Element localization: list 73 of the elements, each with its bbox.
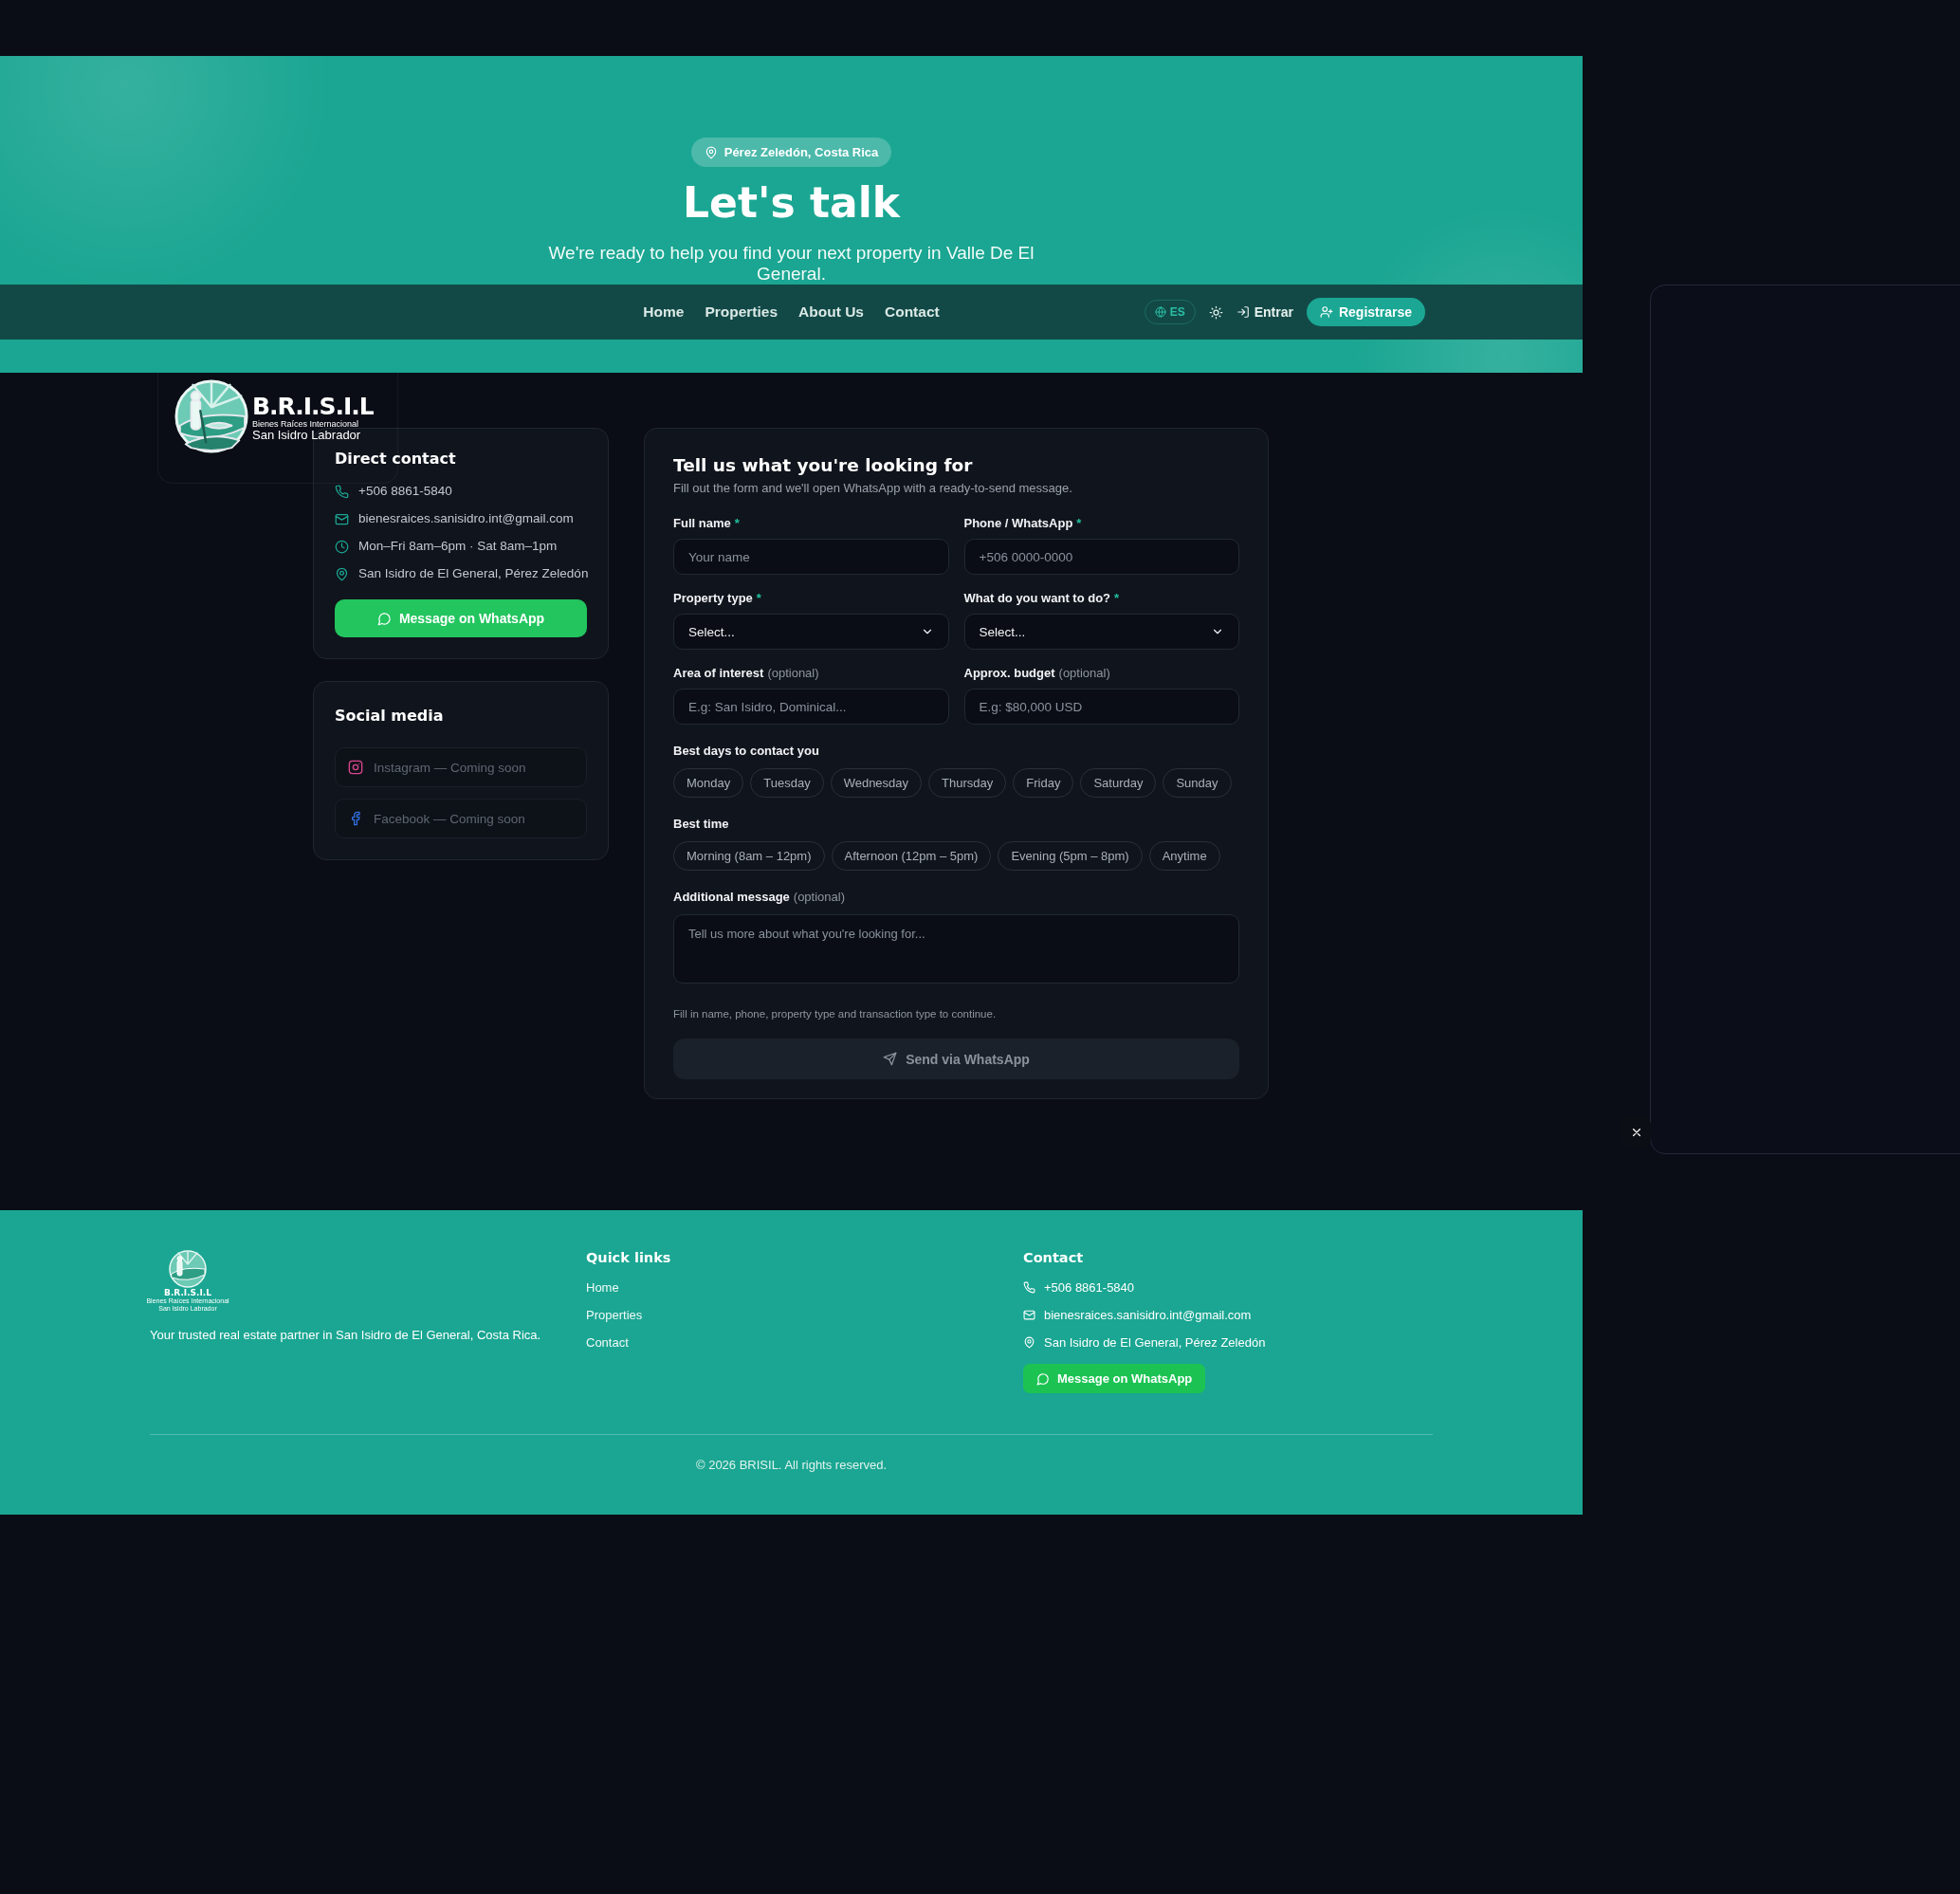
login-link[interactable]: Entrar xyxy=(1236,304,1293,320)
logo-tagline: Bienes Raíces Internacional xyxy=(252,419,360,429)
map-pin-icon xyxy=(335,566,349,581)
contact-detail: bienesraices.sanisidro.int@gmail.com xyxy=(1044,1307,1252,1324)
mail-icon xyxy=(335,511,349,526)
field-label: Property type * xyxy=(673,591,762,606)
input-field[interactable]: E.g: San Isidro, Dominical... xyxy=(673,689,949,725)
location-badge: Pérez Zeledón, Costa Rica xyxy=(690,138,892,167)
select-field[interactable]: Select... xyxy=(963,614,1239,650)
time-chip[interactable]: Afternoon (12pm – 5pm) xyxy=(831,841,992,871)
nav-link[interactable]: Home xyxy=(643,303,685,321)
instagram-icon xyxy=(348,760,363,775)
input-field[interactable]: +506 0000-0000 xyxy=(963,539,1239,575)
logo-name: B.R.I.S.I.L xyxy=(252,395,374,419)
day-chip[interactable]: Friday xyxy=(1013,768,1074,798)
field-label: Phone / WhatsApp * xyxy=(963,516,1083,531)
day-chip[interactable]: Saturday xyxy=(1080,768,1157,798)
mail-icon xyxy=(1023,1309,1035,1321)
contact-detail: bienesraices.sanisidro.int@gmail.com xyxy=(358,510,574,527)
contact-detail: +506 8861-5840 xyxy=(358,483,452,500)
time-chip[interactable]: Anytime xyxy=(1148,841,1220,871)
login-icon xyxy=(1236,305,1250,319)
contact-detail: +506 8861-5840 xyxy=(1044,1279,1135,1296)
contact-detail: San Isidro de El General, Pérez Zeledón xyxy=(358,565,589,582)
chat-bubble-icon xyxy=(376,611,392,626)
nav-link[interactable]: Contact xyxy=(884,303,940,321)
send-icon xyxy=(883,1052,898,1066)
hero-subtitle: We're ready to help you find your next property in Valle De El General. xyxy=(547,243,1035,285)
logo-icon xyxy=(169,1250,207,1288)
nav-link[interactable]: Properties xyxy=(705,303,779,321)
clock-icon xyxy=(335,539,349,554)
card-title: Direct contact xyxy=(335,450,457,468)
message-field[interactable]: Tell us more about what you're looking for... xyxy=(673,914,1239,984)
globe-icon xyxy=(1154,306,1166,318)
field-label: Best days to contact you xyxy=(673,744,820,759)
time-chip[interactable]: Morning (8am – 12pm) xyxy=(673,841,825,871)
map-pin-icon xyxy=(1023,1336,1035,1349)
field-label: Approx. budget (optional) xyxy=(963,666,1111,681)
phone-icon xyxy=(1023,1281,1035,1294)
logo-icon xyxy=(174,379,248,453)
field-label: Full name * xyxy=(673,516,741,531)
logo-name: B.R.I.S.I.L xyxy=(164,1288,211,1297)
select-field[interactable]: Select... xyxy=(673,614,949,650)
card-title: Social media xyxy=(335,707,445,725)
day-chip[interactable]: Wednesday xyxy=(830,768,923,798)
day-chip[interactable]: Tuesday xyxy=(750,768,824,798)
field-label: What do you want to do? * xyxy=(963,591,1121,606)
logo-tagline: San Isidro Labrador xyxy=(252,429,362,442)
field-label: Additional message (optional) xyxy=(673,890,846,905)
field-label: Best time xyxy=(673,817,730,832)
chat-bubble-icon xyxy=(1036,1371,1050,1386)
day-chip[interactable]: Sunday xyxy=(1163,768,1232,798)
footer-heading: Contact xyxy=(1023,1250,1085,1265)
map-pin-icon xyxy=(704,145,718,159)
field-label: Area of interest (optional) xyxy=(673,666,820,681)
contact-detail: San Isidro de El General, Pérez Zeledón xyxy=(1044,1334,1266,1352)
page-title: Let's talk xyxy=(683,177,900,229)
day-chip[interactable]: Thursday xyxy=(928,768,1007,798)
form-hint: Fill in name, phone, property type and transaction type to continue. xyxy=(673,1008,998,1020)
phone-icon xyxy=(335,484,349,499)
form-title: Tell us what you're looking for xyxy=(673,455,974,475)
contact-detail: Mon–Fri 8am–6pm · Sat 8am–1pm xyxy=(358,538,558,555)
footer-heading: Quick links xyxy=(586,1250,672,1265)
theme-toggle-icon[interactable] xyxy=(1208,304,1223,320)
day-chip[interactable]: Monday xyxy=(673,768,744,798)
footer-tagline: Your trusted real estate partner in San Isidro de El General, Costa Rica. xyxy=(150,1328,542,1342)
nav-link[interactable]: About Us xyxy=(798,303,864,321)
time-chip[interactable]: Evening (5pm – 8pm) xyxy=(998,841,1143,871)
copyright: © 2026 BRISIL. All rights reserved. xyxy=(694,1458,888,1472)
user-plus-icon xyxy=(1319,305,1333,319)
form-subtitle: Fill out the form and we'll open WhatsApp with a ready-to-send message. xyxy=(673,481,1073,495)
input-field[interactable]: E.g: $80,000 USD xyxy=(963,689,1239,725)
input-field[interactable]: Your name xyxy=(673,539,949,575)
